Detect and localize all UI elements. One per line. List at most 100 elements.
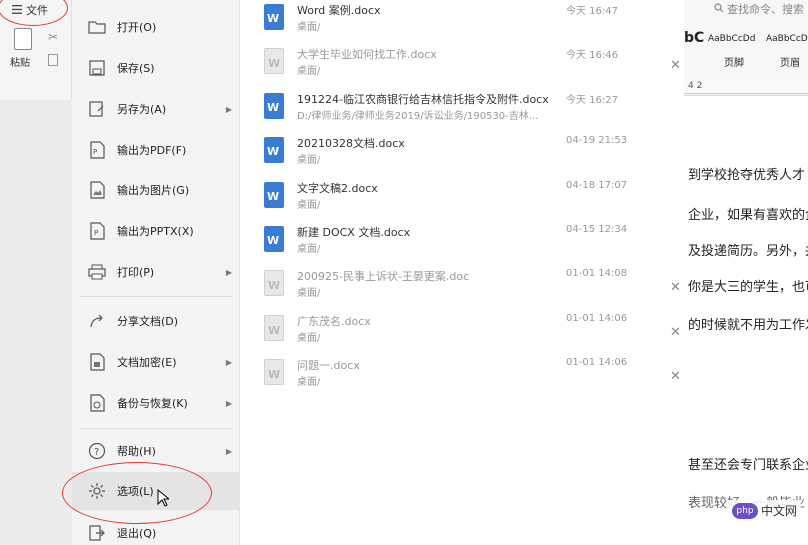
watermark: php 中文网 (728, 500, 802, 521)
paste-label: 粘贴 (10, 58, 30, 69)
search-placeholder: 查找命令、搜索 (727, 3, 804, 16)
chevron-right-icon: ▶ (225, 446, 232, 456)
close-icon[interactable]: ✕ (670, 58, 681, 73)
menu-divider (80, 296, 232, 297)
file-name: 广东茂名.docx (297, 315, 371, 328)
svg-text:P: P (94, 229, 98, 237)
style-preview-large[interactable]: bC (684, 30, 704, 46)
style-name-header: 页眉 (780, 58, 800, 69)
chevron-right-icon: ▶ (225, 267, 232, 277)
recent-file-row[interactable]: W 200925-民事上诉状-王晏更案.doc 桌面/ 01-01 14:08 … (240, 266, 684, 310)
document-line: 到学校抢夺优秀人才 (688, 168, 806, 183)
lock-icon (88, 353, 106, 371)
word-doc-icon: W (264, 4, 284, 30)
file-name: 200925-民事上诉状-王晏更案.doc (297, 270, 470, 283)
file-path: 桌面/ (297, 288, 321, 299)
recent-file-row[interactable]: W 新建 DOCX 文档.docx 桌面/ 04-15 12:34 (240, 222, 684, 266)
document-page[interactable]: 到学校抢夺优秀人才 企业，如果有喜欢的企 及投递简历。另外，并 你是大三的学生，… (684, 96, 808, 545)
file-time: 04-15 12:34 (566, 224, 628, 235)
file-time: 今天 16:46 (566, 50, 618, 61)
annotation-circle-options (62, 462, 212, 524)
svg-text:P: P (93, 148, 97, 156)
menu-item-share[interactable]: 分享文档(D) (72, 302, 240, 340)
file-name: 文字文稿2.docx (297, 182, 378, 195)
pdf-icon: P (88, 141, 106, 159)
style-name-footer: 页脚 (724, 58, 744, 69)
chevron-right-icon: ▶ (225, 398, 232, 408)
help-icon: ? (88, 442, 106, 460)
search-box[interactable]: 查找命令、搜索 (714, 0, 808, 18)
document-line: 企业，如果有喜欢的企 (688, 208, 808, 223)
search-icon (714, 2, 724, 16)
menu-item-label: 输出为PDF(F) (117, 144, 187, 157)
file-path: 桌面/ (297, 333, 321, 344)
cut-icon[interactable]: ✂ (48, 30, 58, 44)
document-line: 你是大三的学生，也可 (688, 280, 808, 295)
backup-icon (88, 394, 106, 412)
svg-text:?: ? (94, 447, 99, 458)
ruler-text: 4 2 (688, 81, 703, 91)
file-name: Word 案例.docx (297, 4, 381, 17)
php-logo: php (732, 502, 758, 519)
menu-item-save-as[interactable]: 另存为(A) ▶ (72, 90, 240, 128)
menu-item-label: 打开(O) (117, 21, 157, 34)
close-icon[interactable]: ✕ (670, 369, 681, 384)
recent-files-panel: W Word 案例.docx 桌面/ 今天 16:47 W 大学生毕业如何找工作… (240, 0, 684, 545)
file-path: 桌面/ (297, 155, 321, 166)
pptx-icon: P (88, 222, 106, 240)
paste-icon[interactable] (14, 28, 32, 50)
ruler: 4 2 (684, 80, 808, 94)
style-preview-header[interactable]: AaBbCcDd (766, 34, 808, 44)
file-name: 大学生毕业如何找工作.docx (297, 48, 437, 61)
document-line: 甚至还会专门联系企业 (688, 458, 808, 473)
file-name: 20210328文档.docx (297, 137, 405, 150)
copy-icon[interactable] (48, 54, 58, 66)
menu-item-label: 输出为图片(G) (117, 184, 190, 197)
menu-item-label: 备份与恢复(K) (117, 397, 188, 410)
menu-item-label: 保存(S) (117, 62, 155, 75)
menu-item-encrypt[interactable]: 文档加密(E) ▶ (72, 343, 240, 381)
word-doc-icon: W (264, 359, 284, 385)
recent-file-row[interactable]: W 广东茂名.docx 桌面/ 01-01 14:06 ✕ (240, 311, 684, 355)
word-doc-icon: W (264, 137, 284, 163)
folder-icon (88, 18, 106, 36)
menu-item-export-image[interactable]: 输出为图片(G) (72, 171, 240, 209)
document-line: 及投递简历。另外，并 (688, 244, 808, 259)
file-path: 桌面/ (297, 377, 321, 388)
file-path: 桌面/ (297, 244, 321, 255)
menu-item-save[interactable]: 保存(S) (72, 49, 240, 87)
file-path: 桌面/ (297, 66, 321, 77)
menu-divider (80, 428, 232, 429)
menu-item-export-pdf[interactable]: P 输出为PDF(F) (72, 131, 240, 169)
save-as-icon (88, 100, 106, 118)
file-time: 今天 16:27 (566, 95, 618, 106)
menu-item-label: 帮助(H) (117, 445, 156, 458)
document-line: 的时候就不用为工作发 (688, 318, 808, 333)
menu-item-print[interactable]: 打印(P) ▶ (72, 253, 240, 291)
word-doc-icon: W (264, 226, 284, 252)
menu-item-label: 另存为(A) (117, 103, 167, 116)
close-icon[interactable]: ✕ (670, 325, 681, 340)
word-doc-icon: W (264, 315, 284, 341)
recent-file-row[interactable]: W 文字文稿2.docx 桌面/ 04-18 17:07 (240, 178, 684, 222)
file-path: 桌面/ (297, 22, 321, 33)
file-time: 今天 16:47 (566, 6, 618, 17)
menu-item-open[interactable]: 打开(O) (72, 8, 240, 46)
menu-item-export-pptx[interactable]: P 输出为PPTX(X) (72, 212, 240, 250)
menu-item-label: 退出(Q) (117, 527, 157, 540)
print-icon (88, 263, 106, 281)
recent-file-row[interactable]: W 191224-临江农商银行给吉林信托指令及附件.docx D:/律师业务/律… (240, 89, 684, 133)
recent-file-row[interactable]: W Word 案例.docx 桌面/ 今天 16:47 (240, 0, 684, 44)
recent-file-row[interactable]: W 20210328文档.docx 桌面/ 04-19 21:53 (240, 133, 684, 177)
recent-file-row[interactable]: W 问题一.docx 桌面/ 01-01 14:06 ✕ (240, 355, 684, 399)
menu-item-label: 分享文档(D) (117, 315, 179, 328)
style-preview-footer[interactable]: AaBbCcDd (708, 34, 755, 44)
save-icon (88, 59, 106, 77)
file-name: 问题一.docx (297, 359, 360, 372)
close-icon[interactable]: ✕ (670, 280, 681, 295)
file-time: 01-01 14:06 (566, 313, 628, 324)
menu-item-backup[interactable]: 备份与恢复(K) ▶ (72, 384, 240, 422)
file-time: 01-01 14:06 (566, 357, 628, 368)
menu-item-label: 输出为PPTX(X) (117, 225, 194, 238)
recent-file-row[interactable]: W 大学生毕业如何找工作.docx 桌面/ 今天 16:46 ✕ (240, 44, 684, 88)
